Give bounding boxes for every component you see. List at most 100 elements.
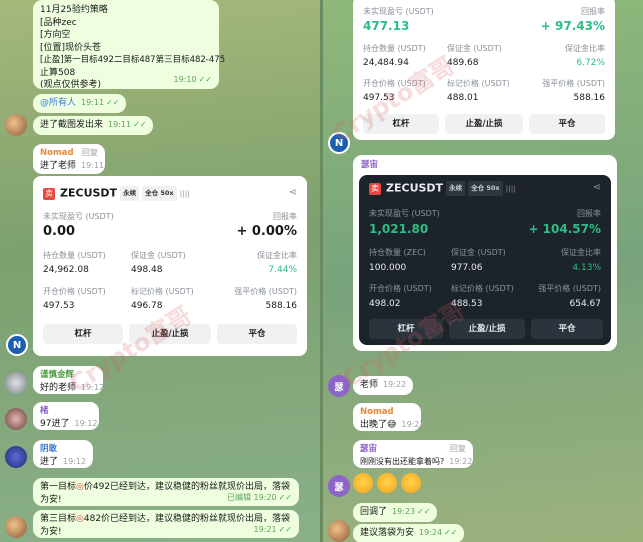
- reply-message: 瑟宙 回复 刚刚没有出还能拿着吗? 19:22: [353, 440, 473, 468]
- upnl-label: 未实现盈亏 (USDT): [369, 209, 440, 218]
- close-position-button[interactable]: 平仓: [217, 324, 297, 344]
- sender-name[interactable]: Nomad: [40, 148, 74, 158]
- liq-price-label: 强平价格 (USDT): [538, 284, 601, 293]
- message-text: 进了: [40, 456, 59, 467]
- roe-value: + 0.00%: [236, 224, 297, 239]
- mention-message: @所有人 19:11 ✓✓: [33, 94, 127, 113]
- upnl-label: 未实现盈亏 (USDT): [43, 212, 114, 221]
- sender-avatar[interactable]: [5, 372, 27, 394]
- mark-price-value: 488.01: [447, 93, 479, 103]
- share-icon[interactable]: ⋖: [289, 187, 297, 200]
- message-time: 19:21: [253, 524, 277, 534]
- sender-name[interactable]: 谨慎金辉: [40, 369, 96, 382]
- margin-ratio-label: 保证金比率: [257, 251, 297, 260]
- reply-label[interactable]: 回复: [450, 443, 466, 456]
- roe-label: 回报率: [577, 209, 601, 218]
- strategy-line: 11月25验约策略: [40, 5, 108, 15]
- tp-sl-button[interactable]: 止盈/止损: [449, 319, 525, 339]
- upnl-label: 未实现盈亏 (USDT): [363, 7, 434, 16]
- mention-text[interactable]: @所有人: [40, 98, 76, 108]
- sender-name[interactable]: Nomad: [360, 406, 414, 419]
- message-text: 好的老师: [40, 382, 77, 393]
- sender-avatar[interactable]: [5, 408, 27, 430]
- message-time: 19:11: [108, 120, 132, 129]
- roe-value: + 97.43%: [540, 19, 605, 33]
- position-size-label: 持仓数量 (USDT): [43, 251, 106, 260]
- entry-price-label: 开仓价格 (USDT): [363, 79, 426, 88]
- close-position-button[interactable]: 平仓: [529, 114, 605, 134]
- margin-label: 保证金 (USDT): [447, 44, 502, 53]
- margin-ratio-value: 4.13%: [572, 263, 601, 273]
- tp-sl-button[interactable]: 止盈/止损: [445, 114, 523, 134]
- lady-avatar[interactable]: 瑟: [328, 475, 350, 497]
- entry-price-value: 497.53: [43, 301, 75, 311]
- entry-price-value: 497.53: [363, 93, 395, 103]
- position-card: 未实现盈亏 (USDT) 回报率 477.13 + 97.43% 持仓数量 (U…: [353, 0, 615, 140]
- mark-price-label: 标记价格 (USDT): [447, 79, 510, 88]
- reply-label[interactable]: 回复: [82, 147, 98, 160]
- cry-emoji-icon: [353, 472, 373, 493]
- position-card-bubble: 瑟宙 卖 ZECUSDT 永续 全仓 50x |||| ⋖ 未实现盈亏 (USDT) …: [353, 155, 617, 351]
- leverage-button[interactable]: 杠杆: [363, 114, 439, 134]
- message-time: 19:22: [383, 380, 407, 389]
- tag-perpetual: 永续: [120, 186, 140, 201]
- strategy-line: [止盈]第一目标492二目标487第三目标482-475: [40, 55, 226, 65]
- edited-time: 已编辑 19:20: [226, 492, 277, 502]
- leverage-button[interactable]: 杠杆: [43, 324, 123, 344]
- message-time: 19:12: [74, 418, 98, 428]
- tag-leverage: 全仓 50x: [142, 186, 177, 201]
- upnl-value: 477.13: [363, 19, 410, 33]
- message-time: 19:12: [81, 382, 105, 392]
- entry-price-label: 开仓价格 (USDT): [369, 284, 432, 293]
- liq-price-label: 强平价格 (USDT): [234, 287, 297, 296]
- target-icon: ◎: [76, 514, 84, 524]
- margin-value: 977.06: [451, 263, 483, 273]
- mark-price-value: 488.53: [451, 299, 483, 309]
- sender-avatar[interactable]: [5, 446, 27, 468]
- mark-price-label: 标记价格 (USDT): [131, 287, 194, 296]
- roe-label: 回报率: [273, 212, 297, 221]
- margin-label: 保证金 (USDT): [131, 251, 186, 260]
- sender-name[interactable]: 瑟宙: [361, 159, 378, 172]
- mark-price-label: 标记价格 (USDT): [451, 284, 514, 293]
- card-symbol: ZECUSDT 永续 全仓 50x ||||: [60, 186, 190, 201]
- message-time: 19:10: [173, 74, 197, 84]
- margin-ratio-value: 6.72%: [576, 58, 605, 68]
- sender-avatar[interactable]: [5, 114, 27, 136]
- sender-name[interactable]: 瑟宙: [360, 444, 377, 454]
- lady-avatar[interactable]: 瑟: [328, 375, 350, 397]
- liq-price-value: 588.16: [265, 301, 298, 311]
- tp-sl-button[interactable]: 止盈/止损: [129, 324, 211, 344]
- exchange-logo-icon: 卖: [43, 188, 55, 200]
- nomad-avatar[interactable]: N: [6, 334, 28, 356]
- sender-name[interactable]: 楮: [40, 405, 92, 418]
- message-time: 19:11: [81, 160, 105, 170]
- message-bubble: 建议落袋为安 19:24 ✓✓: [353, 524, 465, 542]
- strategy-line: [方向空: [40, 30, 71, 40]
- strategy-message: 11月25验约策略 [品种zec [方向空 [位置]现价头苍 [止盈]第一目标4…: [33, 0, 226, 90]
- target-message: 第三目标◎482价已经到达，建议稳健的粉丝就现价出局，落袋为安! 19:21 ✓✓: [33, 510, 299, 538]
- margin-value: 489.68: [447, 58, 479, 68]
- cry-emoji-icon: [401, 472, 421, 493]
- sender-name[interactable]: 阴敢: [40, 443, 86, 456]
- position-size-value: 24,962.08: [43, 265, 89, 275]
- message-time: 19:24: [419, 528, 443, 537]
- position-card-bubble: 卖 ZECUSDT 永续 全仓 50x |||| ⋖ 未实现盈亏 (USDT) 回报率…: [33, 176, 307, 356]
- read-check-icon: ✓✓: [133, 120, 147, 129]
- sender-avatar[interactable]: [328, 520, 350, 542]
- liq-price-label: 强平价格 (USDT): [542, 79, 605, 88]
- leverage-button[interactable]: 杠杆: [369, 319, 443, 339]
- message-text: 建议落袋为安: [360, 528, 415, 538]
- sender-avatar[interactable]: [5, 516, 27, 538]
- nomad-avatar[interactable]: N: [328, 132, 350, 154]
- share-icon[interactable]: ⋖: [593, 182, 601, 195]
- close-position-button[interactable]: 平仓: [531, 319, 603, 339]
- margin-value: 498.48: [131, 265, 163, 275]
- upnl-value: 0.00: [43, 224, 76, 239]
- read-check-icon: ✓✓: [278, 524, 292, 534]
- message-time: 19:22: [449, 456, 473, 466]
- target-message: 第一目标◎价492已经到达，建议稳健的粉丝就现价出局，落袋为安! 已编辑 19:…: [33, 478, 299, 506]
- cry-emoji-icon: [377, 472, 397, 493]
- message-bubble: 回调了 19:23 ✓✓: [353, 503, 438, 522]
- exchange-logo-icon: 卖: [369, 183, 381, 195]
